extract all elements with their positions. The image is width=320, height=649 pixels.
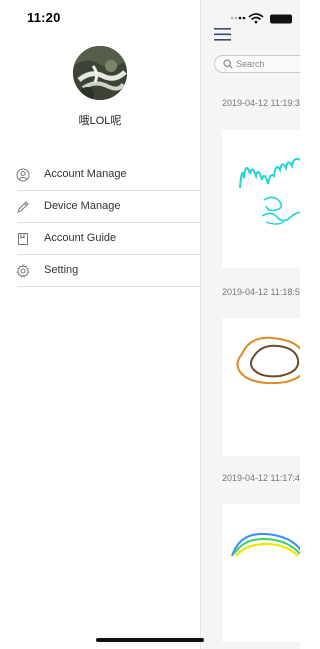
- wifi-icon: [248, 13, 264, 24]
- note-timestamp: 2019-04-12 11:17:4: [222, 473, 300, 483]
- main-content[interactable]: Search 2019-04-12 11:19:3 2019-04-12 11:…: [200, 0, 300, 649]
- search-placeholder: Search: [236, 59, 265, 69]
- home-indicator[interactable]: [96, 638, 204, 642]
- user-circle-icon: [16, 168, 30, 182]
- avatar[interactable]: [73, 46, 127, 100]
- signal-icon: [230, 16, 246, 20]
- username: 哦LOL呢: [78, 115, 122, 127]
- menu-item-account-manage[interactable]: Account Manage: [0, 159, 200, 191]
- note-drawing: [231, 532, 300, 557]
- menu-item-label: Account Manage: [44, 168, 127, 180]
- note-timestamp: 2019-04-12 11:19:3: [222, 98, 300, 108]
- menu-icon[interactable]: [214, 28, 231, 41]
- search-icon: [223, 59, 233, 69]
- menu-item-label: Account Guide: [44, 232, 117, 244]
- menu-item-setting[interactable]: Setting: [0, 255, 200, 287]
- menu-item-label: Setting: [44, 264, 79, 276]
- battery-icon: [270, 14, 292, 24]
- note-timestamp: 2019-04-12 11:18:5: [222, 287, 300, 297]
- side-drawer: 11:20 哦LOL呢 Account Manage Device Manage…: [0, 0, 200, 649]
- book-icon: [18, 233, 28, 245]
- pen-icon: [17, 201, 29, 213]
- drawer-menu: Account Manage Device Manage Account Gui…: [0, 159, 200, 287]
- divider: [18, 286, 200, 287]
- gear-icon: [16, 264, 30, 278]
- note-card[interactable]: [222, 318, 300, 456]
- note-drawing: [239, 157, 300, 225]
- menu-item-account-guide[interactable]: Account Guide: [0, 223, 200, 255]
- drawer-edge-shadow: [200, 0, 201, 649]
- note-drawing: [236, 336, 300, 385]
- search-input[interactable]: Search: [214, 55, 300, 73]
- menu-item-label: Device Manage: [44, 200, 121, 212]
- note-card[interactable]: [222, 504, 300, 642]
- status-time: 11:20: [27, 10, 61, 25]
- menu-item-device-manage[interactable]: Device Manage: [0, 191, 200, 223]
- avatar-image: [73, 46, 127, 100]
- note-card[interactable]: [222, 130, 300, 268]
- status-bar-icons: [230, 13, 292, 24]
